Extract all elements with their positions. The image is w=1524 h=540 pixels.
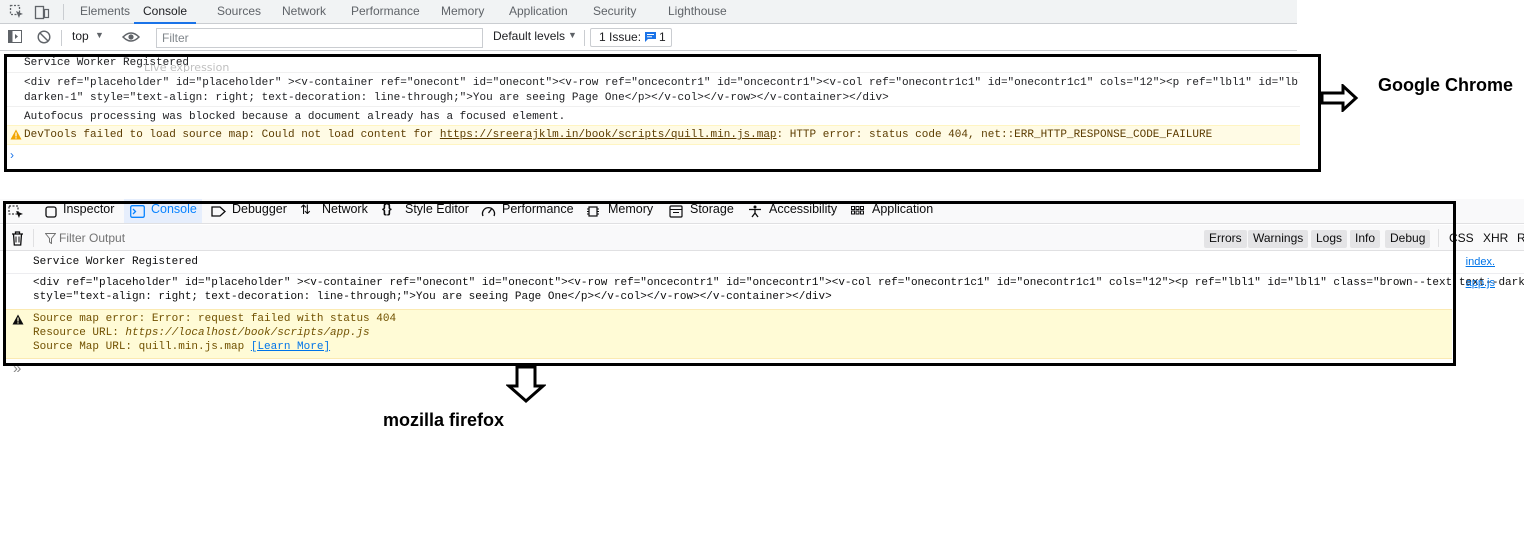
context-selector[interactable]: top: [72, 29, 89, 43]
tab-performance[interactable]: Performance: [351, 0, 420, 24]
filter-xhr-button[interactable]: XHR: [1483, 231, 1508, 245]
console-prompt-icon[interactable]: ›: [10, 148, 14, 162]
console-prompt-icon[interactable]: »: [13, 360, 21, 377]
message-source-link[interactable]: index.: [1466, 256, 1495, 268]
console-message-autofocus: Autofocus processing was blocked because…: [24, 111, 566, 123]
chevron-down-icon: ▼: [95, 30, 104, 40]
divider: [7, 72, 1300, 73]
tab-memory[interactable]: Memory: [441, 0, 484, 24]
tab-elements[interactable]: Elements: [80, 0, 130, 24]
console-warning-row: DevTools failed to load source map: Coul…: [7, 125, 1300, 145]
toolbar-divider: [61, 30, 62, 46]
console-filter-input[interactable]: Filter: [156, 28, 483, 48]
tab-network[interactable]: Network: [282, 0, 326, 24]
down-arrow-icon: [505, 365, 547, 407]
toolbar-divider: [63, 4, 64, 20]
clear-console-icon[interactable]: [37, 30, 51, 47]
device-toolbar-icon[interactable]: [34, 4, 50, 23]
toolbar-divider: [584, 30, 585, 46]
issue-count: 1: [659, 30, 666, 44]
console-message-html-line2: darken-1" style="text-align: right; text…: [24, 92, 889, 104]
chrome-tab-bar: Elements Console Sources Network Perform…: [0, 0, 1297, 24]
message-source-link[interactable]: app.js: [1466, 277, 1495, 289]
tab-application[interactable]: Application: [509, 0, 568, 24]
divider: [7, 106, 1300, 107]
firefox-console-highlight-box: [3, 201, 1456, 366]
tab-sources[interactable]: Sources: [217, 0, 261, 24]
console-message-html-line1: <div ref="placeholder" id="placeholder" …: [24, 77, 1299, 89]
tab-lighthouse[interactable]: Lighthouse: [668, 0, 727, 24]
chrome-console-toolbar: top ▼ Filter Default levels ▼ 1 Issue: 1: [0, 25, 1297, 51]
source-map-link[interactable]: https://sreerajklm.in/book/scripts/quill…: [440, 129, 777, 141]
issues-button[interactable]: 1 Issue: 1: [590, 28, 672, 47]
live-expression-eye-icon[interactable]: [121, 31, 141, 46]
filter-requests-button[interactable]: R: [1517, 231, 1524, 245]
log-levels-dropdown[interactable]: Default levels: [493, 29, 565, 43]
firefox-label: mozilla firefox: [383, 410, 505, 430]
chevron-down-icon: ▼: [568, 30, 577, 40]
chrome-label: Google Chrome: [1378, 75, 1514, 95]
message-icon: [644, 31, 657, 48]
right-arrow-icon: [1320, 82, 1359, 115]
warning-icon: [10, 129, 22, 143]
warning-text-prefix: DevTools failed to load source map: Coul…: [24, 129, 440, 141]
chrome-console-highlight-box: Service Worker Registered Live expressio…: [4, 54, 1321, 172]
sidebar-toggle-icon[interactable]: [8, 30, 23, 47]
warning-text-suffix: : HTTP error: status code 404, net::ERR_…: [776, 129, 1213, 141]
inspect-element-icon[interactable]: [9, 4, 25, 23]
tab-console[interactable]: Console: [134, 0, 197, 24]
issues-label: 1 Issue:: [599, 30, 642, 44]
tab-security[interactable]: Security: [593, 0, 636, 24]
